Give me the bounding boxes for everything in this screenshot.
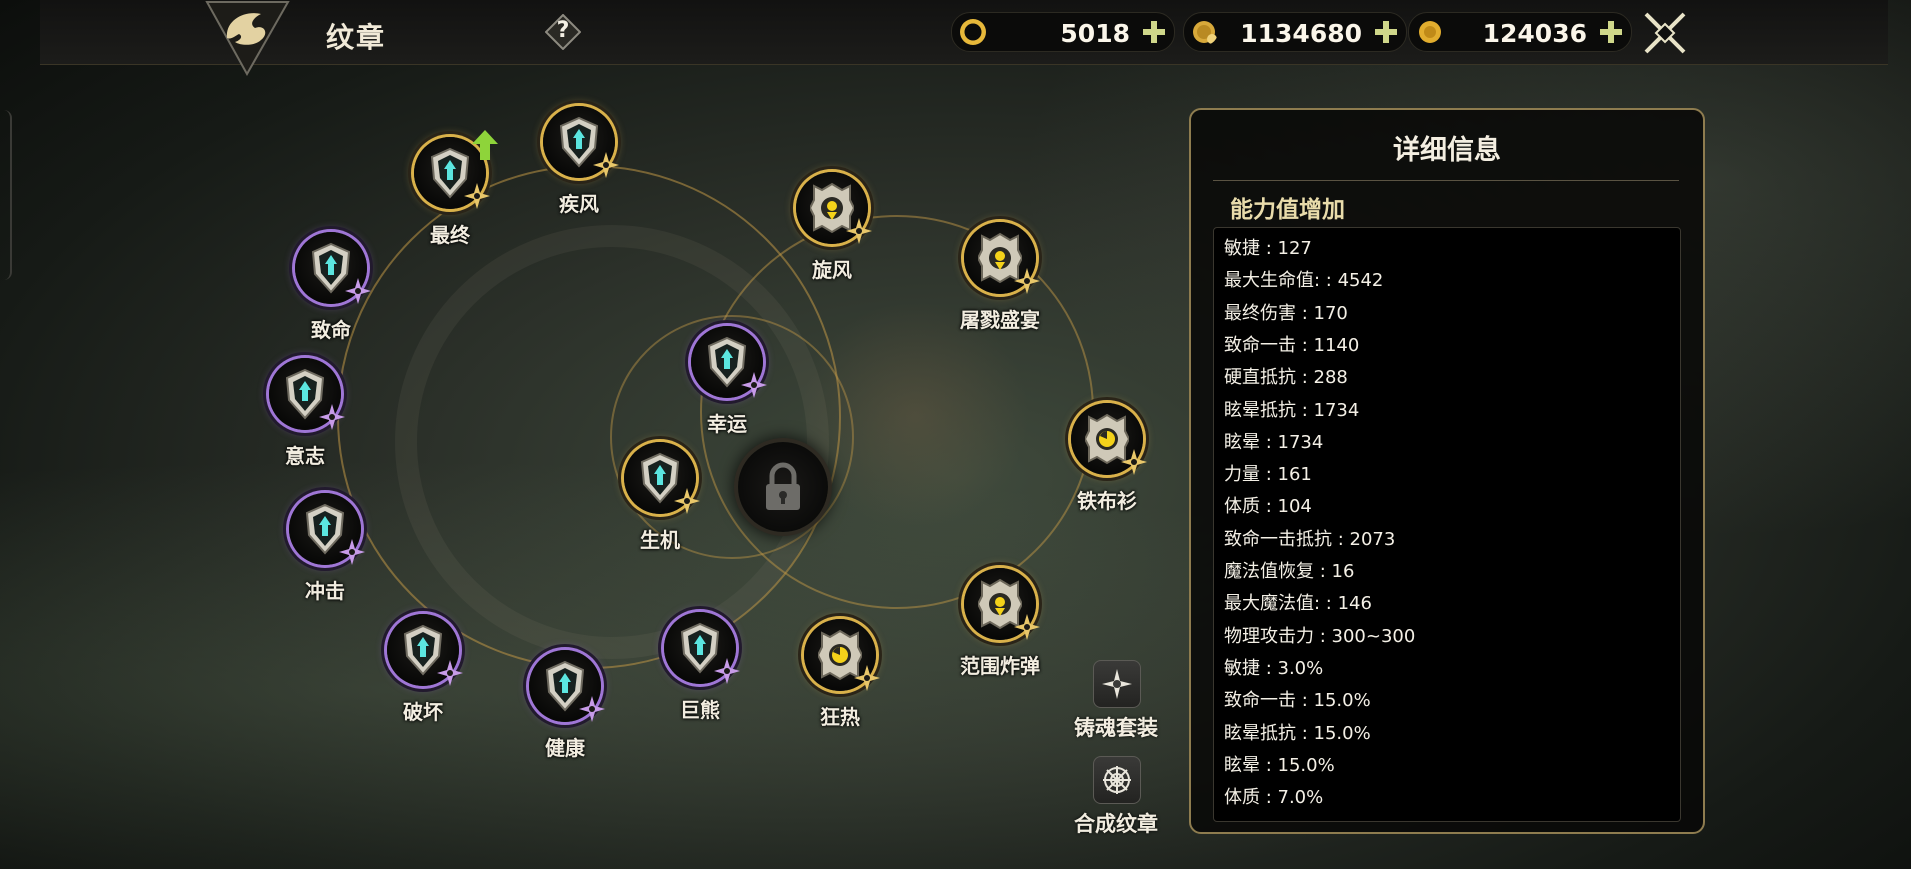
emblem-label: 幸运 bbox=[707, 412, 747, 436]
stat-row: 最大魔法值: : 146 bbox=[1224, 593, 1372, 615]
combine-emblem-label: 合成纹章 bbox=[1074, 812, 1158, 836]
add-currency-button[interactable] bbox=[1597, 18, 1625, 46]
gold-coin-bag-icon bbox=[1193, 21, 1217, 44]
stat-row: 敏捷 : 127 bbox=[1224, 238, 1312, 259]
emblem-label: 巨熊 bbox=[680, 698, 720, 722]
lock-icon bbox=[766, 462, 800, 510]
star-rank-icon bbox=[593, 152, 619, 178]
page-title: 纹章 bbox=[326, 21, 387, 54]
help-label: ? bbox=[556, 18, 570, 43]
upgrade-arrow-icon bbox=[472, 130, 498, 160]
emblem-label: 生机 bbox=[640, 528, 680, 552]
emblem-slot[interactable]: 健康 bbox=[505, 650, 625, 770]
web-gear-icon bbox=[1103, 766, 1131, 794]
emblem-slot[interactable]: 铁布衫 bbox=[1047, 403, 1167, 523]
star-rank-icon bbox=[464, 183, 490, 209]
stat-row: 硬直抵抗 : 288 bbox=[1224, 367, 1348, 389]
emblem-slot[interactable]: 屠戮盛宴 bbox=[940, 222, 1060, 342]
stats-list[interactable]: 敏捷 : 127 最大生命值: : 4542 最终伤害 : 170 致命一击 : 11… bbox=[1213, 227, 1681, 822]
details-divider bbox=[1213, 180, 1679, 181]
emblem-label: 范围炸弹 bbox=[960, 654, 1040, 678]
stat-row: 致命一击 : 15.0% bbox=[1224, 690, 1371, 712]
star-rank-icon bbox=[437, 660, 463, 686]
emblem-slot[interactable]: 幸运 bbox=[667, 326, 787, 446]
compass-star-icon bbox=[1102, 669, 1132, 699]
stat-row: 体质 : 104 bbox=[1224, 496, 1312, 518]
soul-set-icon-box bbox=[1093, 660, 1141, 708]
stat-row: 眩晕 : 1734 bbox=[1224, 431, 1324, 453]
gold-coin-icon bbox=[1419, 21, 1441, 43]
emblem-slot[interactable]: 破坏 bbox=[363, 614, 483, 734]
currency-value: 124036 bbox=[1482, 19, 1587, 48]
star-rank-icon bbox=[579, 696, 605, 722]
star-rank-icon bbox=[345, 278, 371, 304]
soul-set-label: 铸魂套装 bbox=[1074, 716, 1158, 740]
combine-emblem-icon-box bbox=[1093, 756, 1141, 804]
soul-set-button[interactable]: 铸魂套装 bbox=[1061, 660, 1171, 740]
currency-gold-bag: 1134680 bbox=[1183, 12, 1407, 52]
help-button[interactable]: ? bbox=[545, 14, 581, 50]
emblem-slot[interactable]: 冲击 bbox=[265, 493, 385, 613]
stat-row: 体质 : 7.0% bbox=[1224, 787, 1324, 809]
star-rank-icon bbox=[319, 404, 345, 430]
crossed-swords-close-icon[interactable] bbox=[1640, 8, 1690, 58]
star-rank-icon bbox=[1014, 614, 1040, 640]
stat-row: 致命一击抵抗 : 2073 bbox=[1224, 528, 1396, 550]
stat-row: 眩晕抵抗 : 1734 bbox=[1224, 399, 1360, 421]
star-rank-icon bbox=[846, 218, 872, 244]
dragon-emblem-icon bbox=[205, 0, 290, 77]
star-rank-icon bbox=[1121, 449, 1147, 475]
emblem-label: 意志 bbox=[285, 444, 325, 468]
stat-row: 眩晕抵抗 : 15.0% bbox=[1224, 722, 1371, 744]
emblem-slot[interactable]: 范围炸弹 bbox=[940, 568, 1060, 688]
stat-row: 致命一击 : 1140 bbox=[1224, 334, 1360, 356]
emblem-label: 旋风 bbox=[812, 258, 852, 282]
emblem-slot[interactable]: 疾风 bbox=[519, 106, 639, 226]
stat-row: 魔法值恢复 : 16 bbox=[1224, 561, 1355, 582]
side-edge-handle bbox=[0, 110, 12, 280]
stat-row: 最大生命值: : 4542 bbox=[1224, 270, 1384, 292]
emblem-slot[interactable]: 意志 bbox=[245, 358, 365, 478]
emblem-label: 铁布衫 bbox=[1077, 489, 1137, 513]
currency-value: 1134680 bbox=[1240, 19, 1362, 48]
details-subtitle: 能力值增加 bbox=[1230, 197, 1345, 223]
emblem-label: 最终 bbox=[430, 223, 470, 247]
star-rank-icon bbox=[741, 372, 767, 398]
stat-row: 敏捷 : 3.0% bbox=[1224, 657, 1324, 679]
stat-row: 力量 : 161 bbox=[1224, 464, 1312, 486]
emblem-slot[interactable]: 致命 bbox=[271, 232, 391, 352]
emblem-label: 健康 bbox=[545, 736, 585, 760]
star-rank-icon bbox=[714, 658, 740, 684]
currency-value: 5018 bbox=[1060, 19, 1130, 48]
details-title: 详细信息 bbox=[1393, 135, 1501, 166]
stat-row: 眩晕 : 15.0% bbox=[1224, 754, 1335, 776]
locked-slot[interactable] bbox=[738, 442, 828, 532]
stat-row: 物理攻击力 : 300~300 bbox=[1224, 625, 1416, 647]
star-rank-icon bbox=[854, 665, 880, 691]
emblem-label: 破坏 bbox=[403, 700, 443, 724]
emblem-label: 屠戮盛宴 bbox=[960, 308, 1040, 332]
star-rank-icon bbox=[339, 539, 365, 565]
star-rank-icon bbox=[674, 488, 700, 514]
details-panel: 详细信息 能力值增加 敏捷 : 127 最大生命值: : 4542 最终伤害 : 1… bbox=[1189, 108, 1705, 834]
emblem-slot[interactable]: 狂热 bbox=[780, 619, 900, 739]
gear-coin-icon bbox=[960, 19, 986, 45]
currency-gear-coins: 5018 bbox=[951, 12, 1175, 52]
emblem-label: 狂热 bbox=[820, 705, 860, 729]
combine-emblem-button[interactable]: 合成纹章 bbox=[1061, 756, 1171, 836]
currency-gold-coin: 124036 bbox=[1408, 12, 1632, 52]
emblem-label: 致命 bbox=[311, 318, 351, 342]
star-rank-icon bbox=[1014, 268, 1040, 294]
emblem-slot[interactable]: 巨熊 bbox=[640, 612, 760, 732]
emblem-label: 疾风 bbox=[559, 192, 599, 216]
add-currency-button[interactable] bbox=[1372, 18, 1400, 46]
emblem-slot[interactable]: 旋风 bbox=[772, 172, 892, 292]
add-currency-button[interactable] bbox=[1140, 18, 1168, 46]
emblem-label: 冲击 bbox=[305, 579, 345, 603]
emblem-slot[interactable]: 生机 bbox=[600, 442, 720, 562]
stat-row: 最终伤害 : 170 bbox=[1224, 302, 1348, 324]
